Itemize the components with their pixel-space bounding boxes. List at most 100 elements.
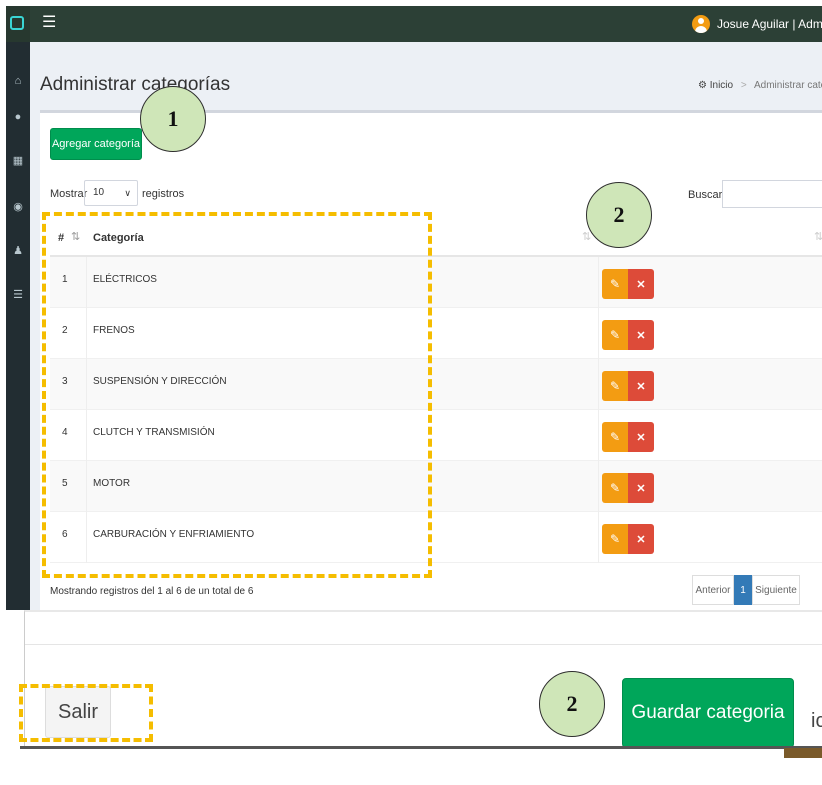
row-number: 2 <box>62 325 68 336</box>
pagination-next[interactable]: Siguiente <box>752 575 800 605</box>
pencil-icon: ✎ <box>609 277 621 291</box>
callout-2-save: 2 <box>539 671 605 737</box>
table-row: 1 ELÉCTRICOS ✎ ✕ <box>50 257 822 308</box>
show-label: Mostrar <box>50 188 88 200</box>
menu-icon[interactable]: ☰ <box>42 14 56 32</box>
column-divider <box>86 512 87 563</box>
column-divider <box>86 359 87 410</box>
row-number: 4 <box>62 427 68 438</box>
admin-app: ☰ Josue Aguilar | Administrado ⌂ ● ▦ ◉ ♟… <box>6 6 822 610</box>
column-divider <box>598 359 599 410</box>
row-category: CLUTCH Y TRANSMISIÓN <box>93 427 215 438</box>
delete-button[interactable]: ✕ <box>628 320 654 350</box>
footer-divider <box>25 644 822 645</box>
background-fragment <box>784 748 822 758</box>
column-header-category[interactable]: Categoría <box>93 232 144 244</box>
column-divider <box>598 257 599 308</box>
delete-button[interactable]: ✕ <box>628 269 654 299</box>
row-category: ELÉCTRICOS <box>93 274 157 285</box>
callout-2-actions: 2 <box>586 182 652 248</box>
chevron-down-icon: ∨ <box>124 188 131 198</box>
list-icon[interactable]: ☰ <box>6 288 30 302</box>
breadcrumb: ⚙ Inicio > Administrar categori <box>698 80 822 91</box>
breadcrumb-current: Administrar categori <box>753 80 822 91</box>
sidebar: ⌂ ● ▦ ◉ ♟ ☰ <box>6 42 30 610</box>
table-row: 3 SUSPENSIÓN Y DIRECCIÓN ✎ ✕ <box>50 359 822 410</box>
delete-button[interactable]: ✕ <box>628 371 654 401</box>
page-title: Administrar categorías <box>40 74 231 95</box>
user-name: Josue Aguilar | Administrado <box>717 17 822 31</box>
pagination: Anterior 1 Siguiente <box>692 575 800 605</box>
table-row: 5 MOTOR ✎ ✕ <box>50 461 822 512</box>
edit-button[interactable]: ✎ <box>602 269 628 299</box>
column-divider <box>598 461 599 512</box>
sort-asc-icon[interactable]: ⇅ <box>71 230 80 243</box>
pencil-icon: ✎ <box>609 328 621 342</box>
dashboard-icon: ⚙ <box>698 80 707 91</box>
column-divider <box>86 461 87 512</box>
column-header-number[interactable]: # <box>58 232 64 244</box>
home-icon[interactable]: ⌂ <box>6 74 30 88</box>
delete-button[interactable]: ✕ <box>628 422 654 452</box>
edit-button[interactable]: ✎ <box>602 524 628 554</box>
pagination-previous[interactable]: Anterior <box>692 575 734 605</box>
column-divider <box>86 257 87 308</box>
pencil-icon: ✎ <box>609 481 621 495</box>
table-row: 4 CLUTCH Y TRANSMISIÓN ✎ ✕ <box>50 410 822 461</box>
row-category: SUSPENSIÓN Y DIRECCIÓN <box>93 376 227 387</box>
row-number: 6 <box>62 529 68 540</box>
window-edge <box>20 746 822 749</box>
user-avatar-icon <box>692 15 710 33</box>
grid-icon[interactable]: ▦ <box>6 154 30 168</box>
edit-button[interactable]: ✎ <box>602 371 628 401</box>
top-navbar: ☰ Josue Aguilar | Administrado <box>6 6 822 42</box>
exit-button[interactable]: Salir <box>45 686 111 738</box>
row-number: 1 <box>62 274 68 285</box>
column-divider <box>86 308 87 359</box>
logo-icon <box>10 16 24 30</box>
edit-button[interactable]: ✎ <box>602 320 628 350</box>
sort-icon[interactable]: ⇅ <box>814 230 822 243</box>
pencil-icon: ✎ <box>609 430 621 444</box>
callout-1: 1 <box>140 86 206 152</box>
pencil-icon: ✎ <box>609 379 621 393</box>
row-category: MOTOR <box>93 478 131 489</box>
user-menu[interactable]: Josue Aguilar | Administrado <box>692 13 822 35</box>
delete-button[interactable]: ✕ <box>628 524 654 554</box>
breadcrumb-home[interactable]: Inicio <box>710 80 733 91</box>
breadcrumb-separator: > <box>740 80 747 91</box>
table-row: 2 FRENOS ✎ ✕ <box>50 308 822 359</box>
modal-footer: Salir Guardar categoria ic <box>24 610 822 748</box>
save-category-button[interactable]: Guardar categoria <box>622 678 794 748</box>
table-info: Mostrando registros del 1 al 6 de un tot… <box>50 586 254 597</box>
row-category: CARBURACIÓN Y ENFRIAMIENTO <box>93 529 255 540</box>
close-icon: ✕ <box>636 482 646 495</box>
pagination-page-1[interactable]: 1 <box>734 575 752 605</box>
pencil-icon: ✎ <box>609 532 621 546</box>
close-icon: ✕ <box>636 431 646 444</box>
close-icon: ✕ <box>636 533 646 546</box>
close-icon: ✕ <box>636 329 646 342</box>
column-divider <box>598 410 599 461</box>
user-icon[interactable]: ● <box>6 110 30 124</box>
column-divider <box>86 410 87 461</box>
search-label: Buscar: <box>688 189 726 201</box>
table-row: 6 CARBURACIÓN Y ENFRIAMIENTO ✎ ✕ <box>50 512 822 563</box>
close-icon: ✕ <box>636 278 646 291</box>
add-category-button[interactable]: Agregar categoría <box>50 128 142 160</box>
product-icon[interactable]: ◉ <box>6 200 30 214</box>
records-label: registros <box>142 188 185 200</box>
page-length-select[interactable]: 10 ∨ <box>84 180 138 206</box>
page-length-value: 10 <box>93 187 105 198</box>
edit-button[interactable]: ✎ <box>602 473 628 503</box>
column-divider <box>598 512 599 563</box>
table-header: # ⇅ Categoría ⇅ ⇅ <box>50 219 822 257</box>
delete-button[interactable]: ✕ <box>628 473 654 503</box>
column-divider <box>598 308 599 359</box>
users-icon[interactable]: ♟ <box>6 244 30 258</box>
clipped-text: ic <box>811 710 822 732</box>
app-logo[interactable] <box>6 6 30 42</box>
edit-button[interactable]: ✎ <box>602 422 628 452</box>
search-input[interactable] <box>722 180 822 208</box>
row-number: 5 <box>62 478 68 489</box>
